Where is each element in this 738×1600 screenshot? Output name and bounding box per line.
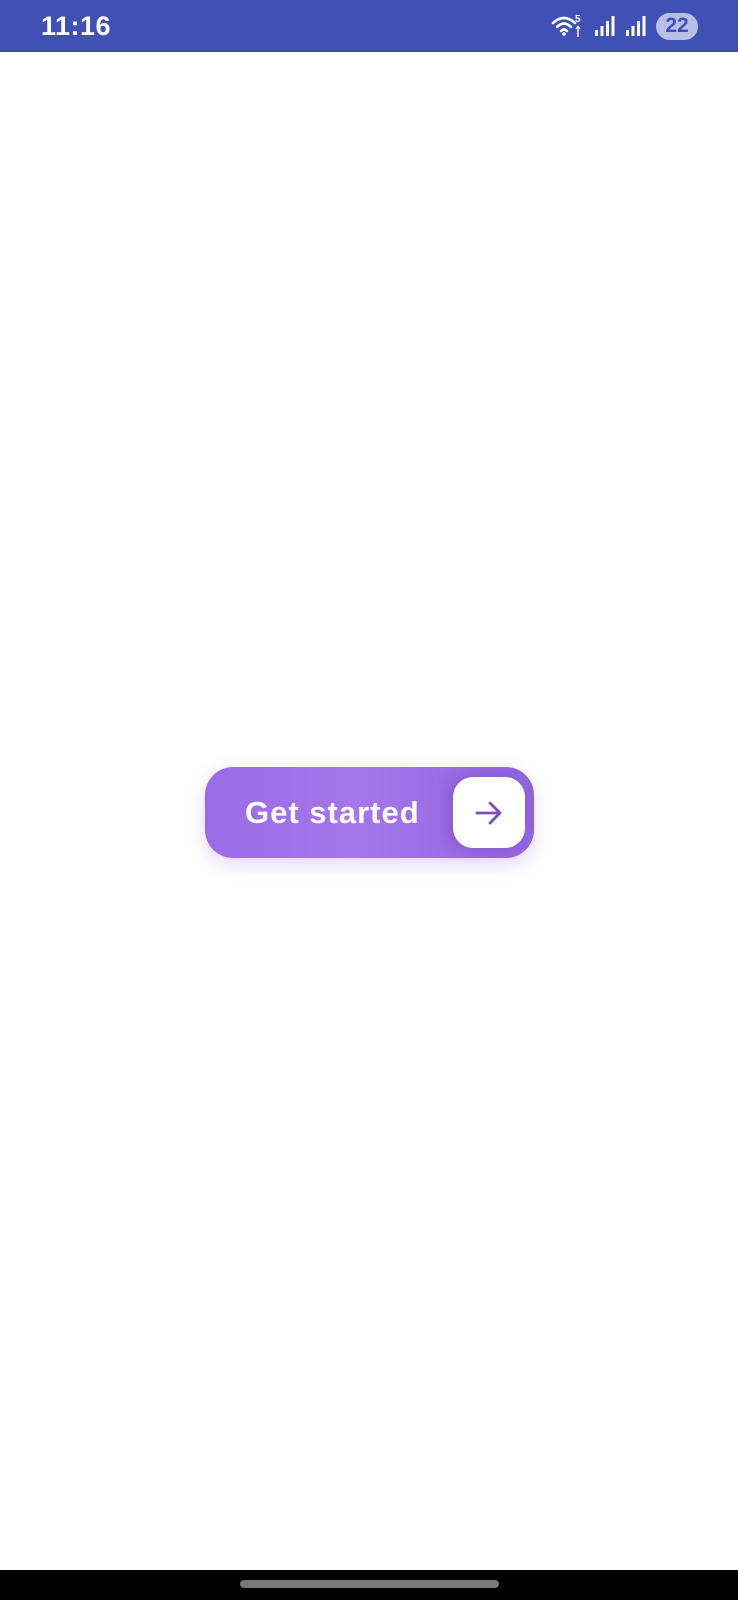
home-gesture-handle[interactable] <box>240 1580 499 1588</box>
navigation-bar <box>0 1570 738 1600</box>
main-content: Get started <box>0 52 738 1570</box>
status-time: 11:16 <box>41 10 112 41</box>
get-started-button[interactable]: Get started <box>205 767 534 858</box>
wifi-badge: 5 <box>575 14 581 25</box>
battery-icon: 22 <box>656 12 698 40</box>
signal-icon-secondary <box>625 15 647 37</box>
get-started-label: Get started <box>245 794 420 830</box>
arrow-right-icon <box>475 801 502 824</box>
wifi-icon: 5 <box>551 13 585 39</box>
status-icons: 5 22 <box>551 12 698 40</box>
signal-icon <box>594 15 616 37</box>
arrow-button[interactable] <box>453 777 525 848</box>
status-bar: 11:16 5 22 <box>0 0 738 52</box>
